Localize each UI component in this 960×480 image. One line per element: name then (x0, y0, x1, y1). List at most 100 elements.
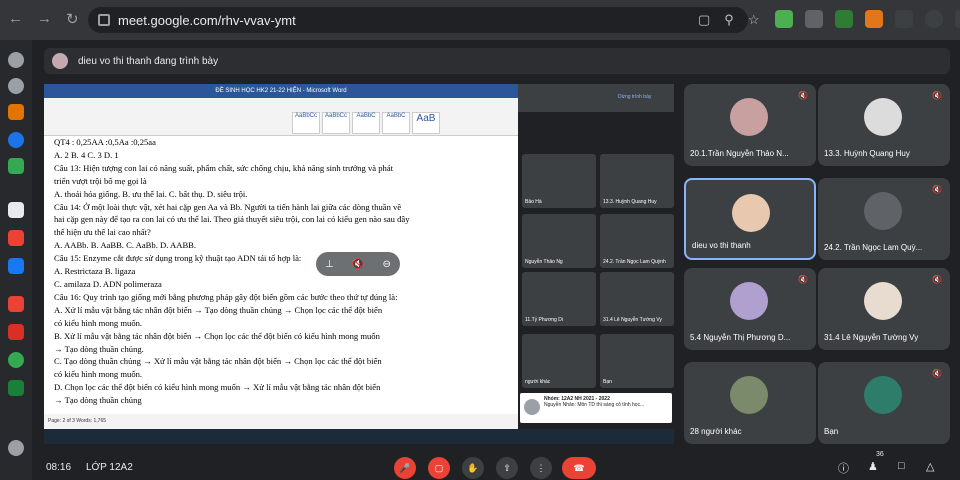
participant-tile[interactable]: 🔇 5.4 Nguyễn Thị Phương D... (684, 268, 816, 350)
participant-name: dieu vo thi thanh (692, 241, 751, 250)
fox-extension-icon[interactable] (865, 10, 883, 28)
activities-icon[interactable]: △ (926, 460, 934, 473)
facebook-icon[interactable] (8, 258, 24, 274)
document-line: Câu 15: Enzyme cắt được sử dụng trong kỹ… (54, 253, 302, 264)
remote-participant-tile: 24.2. Trần Ngọc Lam Quỳnh (600, 214, 674, 268)
participant-tile[interactable]: 🔇 24.2. Trần Ngọc Lam Quỳ... (818, 178, 950, 260)
style-heading1[interactable]: AaBbC (352, 112, 380, 134)
meeting-control-bar: 08:16 LỚP 12A2 🎤 ▢ ✋ ⇧ ⋮ ☎ ⓘ ♟ □ △ (32, 455, 960, 480)
settings-icon[interactable] (8, 52, 24, 68)
chat-notification[interactable]: Nhóm: 12A2 NH 2021 - 2022 Nguyễn Nhân: M… (520, 393, 672, 423)
star-icon[interactable]: ☆ (748, 12, 760, 28)
remote-participant-name: người khác (525, 379, 551, 385)
participant-tile[interactable]: 🔇 20.1.Trần Nguyễn Thảo N... (684, 84, 816, 166)
document-line: Câu 13: Hiện tượng con lai có năng suất,… (54, 162, 394, 173)
calendar-icon[interactable] (8, 380, 24, 396)
style-no-spacing[interactable]: AaBbCc (322, 112, 350, 134)
remote-participant-name: Bảo Hà (525, 199, 542, 205)
mic-muted-icon: 🔇 (798, 91, 808, 100)
extensions-area (775, 10, 960, 28)
chat-icon[interactable]: □ (898, 460, 905, 472)
camera-off-button[interactable]: ▢ (428, 457, 450, 479)
profile-icon[interactable] (925, 10, 943, 28)
document-line: Câu 14: Ở một loài thực vật, xét hai cặp… (54, 201, 402, 212)
add-icon[interactable] (8, 202, 24, 218)
moon-extension-icon[interactable] (775, 10, 793, 28)
url-text: meet.google.com/rhv-vvav-ymt (118, 12, 296, 28)
word-status-bar: Page: 2 of 3 Words: 1,765 (44, 414, 518, 429)
document-line: có kiểu hình mong muốn. (54, 317, 143, 328)
share-controls: ⊥ 🔇 ⊖ (316, 252, 400, 276)
remote-participant-tile: 11.Tỷ Phương Di (522, 272, 596, 326)
mic-muted-icon: 🔇 (932, 369, 942, 378)
remote-participant-name: Bạn (603, 379, 612, 385)
style-title[interactable]: AaB (412, 112, 440, 134)
messenger-icon[interactable] (8, 132, 24, 148)
app-icon[interactable] (8, 324, 24, 340)
info-icon[interactable]: ⓘ (838, 460, 849, 476)
stop-presenting-label: Dừng trình bày (618, 94, 652, 100)
windows-taskbar (44, 429, 674, 444)
people-count-badge: 36 (876, 451, 884, 458)
reload-icon[interactable]: ↻ (66, 10, 79, 28)
notification-bell-icon[interactable] (8, 440, 24, 456)
document-line: C. Tạo dòng thuần chủng → Xử lí mẫu vật … (54, 356, 382, 367)
mic-muted-icon: 🔇 (932, 185, 942, 194)
word-window: ĐỀ SINH HỌC HK2 21-22 HIỆN - Microsoft W… (44, 84, 518, 429)
mic-muted-icon: 🔇 (798, 275, 808, 284)
pin-icon[interactable]: ⊥ (325, 259, 334, 270)
remote-participant-tile: Bạn (600, 334, 674, 388)
youtube-icon[interactable] (8, 230, 24, 246)
remote-participant-tile: người khác (522, 334, 596, 388)
arrow-right-icon[interactable]: → (37, 10, 52, 28)
zoom-icon[interactable]: ⚲ (724, 12, 734, 28)
shield-extension-icon[interactable] (805, 10, 823, 28)
address-bar-tools: ▢ ⚲ ☆ (698, 12, 759, 28)
more-options-icon[interactable]: ⊖ (383, 259, 391, 270)
arrow-left-icon[interactable]: ← (8, 10, 23, 28)
participant-tile[interactable]: 28 người khác (684, 362, 816, 444)
remote-participant-tile: 13.3. Huỳnh Quang Huy (600, 154, 674, 208)
lock-icon (98, 14, 110, 26)
more-options-button[interactable]: ⋮ (530, 457, 552, 479)
browser-sidebar (0, 40, 32, 480)
participant-name: 5.4 Nguyễn Thị Phương D... (690, 333, 791, 342)
notification-body: Nguyễn Nhân: Môn TD thì sáng cô tính học… (544, 402, 645, 408)
crown-icon[interactable] (8, 104, 24, 120)
history-icon[interactable] (8, 78, 24, 94)
camera-icon[interactable]: ▢ (698, 12, 710, 28)
document-line: triển vượt trội bố mẹ gọi là (54, 175, 147, 186)
remote-participant-name: 31.4 Lê Nguyễn Tường Vy (603, 317, 662, 323)
shopee-icon[interactable] (8, 296, 24, 312)
gamepad-icon[interactable] (8, 158, 24, 174)
raise-hand-button[interactable]: ✋ (462, 457, 484, 479)
puzzle-icon[interactable] (895, 10, 913, 28)
presenter-label: dieu vo thi thanh đang trình bày (78, 55, 219, 67)
people-icon[interactable]: ♟ (868, 460, 878, 473)
document-line: → Tạo dòng thuần chủng. (54, 343, 144, 354)
notification-avatar (524, 399, 540, 415)
address-bar[interactable]: meet.google.com/rhv-vvav-ymt (88, 7, 748, 33)
style-normal[interactable]: AaBbCc (292, 112, 320, 134)
document-line: QT4 : 0,25AA :0,5Aa :0,25aa (54, 137, 156, 147)
menu-icon[interactable] (955, 10, 960, 28)
participant-tile[interactable]: dieu vo thi thanh (684, 178, 816, 260)
participant-tile[interactable]: 🔇 13.3. Huỳnh Quang Huy (818, 84, 950, 166)
present-button[interactable]: ⇧ (496, 457, 518, 479)
participant-avatar (864, 282, 902, 320)
participant-tile[interactable]: 🔇 Bạn (818, 362, 950, 444)
mic-muted-icon: 🔇 (932, 275, 942, 284)
document-line: A. Xử lí mẫu vật bằng tác nhân đột biến … (54, 304, 383, 315)
mute-presenter-icon[interactable]: 🔇 (352, 259, 364, 270)
remote-participant-tile: Nguyễn Thảo Ng (522, 214, 596, 268)
navigation-buttons: ← → ↻ (8, 10, 79, 28)
remote-meet-header: Dừng trình bày (518, 84, 674, 112)
presenter-bar: dieu vo thi thanh đang trình bày (44, 48, 950, 74)
leave-call-button[interactable]: ☎ (562, 457, 596, 479)
participant-tile[interactable]: 🔇 31.4 Lê Nguyễn Tường Vy (818, 268, 950, 350)
download-extension-icon[interactable] (835, 10, 853, 28)
participant-name: 31.4 Lê Nguyễn Tường Vy (824, 333, 919, 342)
style-heading2[interactable]: AaBbC (382, 112, 410, 134)
chat-app-icon[interactable] (8, 352, 24, 368)
mic-off-button[interactable]: 🎤 (394, 457, 416, 479)
